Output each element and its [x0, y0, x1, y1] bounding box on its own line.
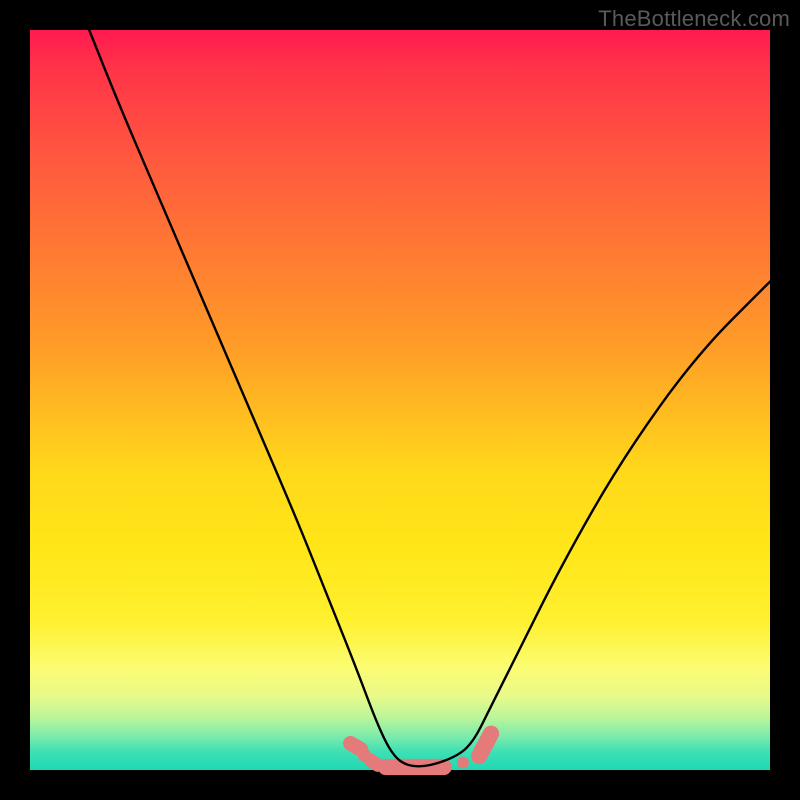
- plot-area: [30, 30, 770, 770]
- marker-pill: [468, 723, 502, 767]
- marker-dot: [457, 757, 469, 769]
- chart-frame: TheBottleneck.com: [0, 0, 800, 800]
- curve-svg: [30, 30, 770, 770]
- bottleneck-curve: [89, 30, 770, 766]
- watermark-text: TheBottleneck.com: [598, 6, 790, 32]
